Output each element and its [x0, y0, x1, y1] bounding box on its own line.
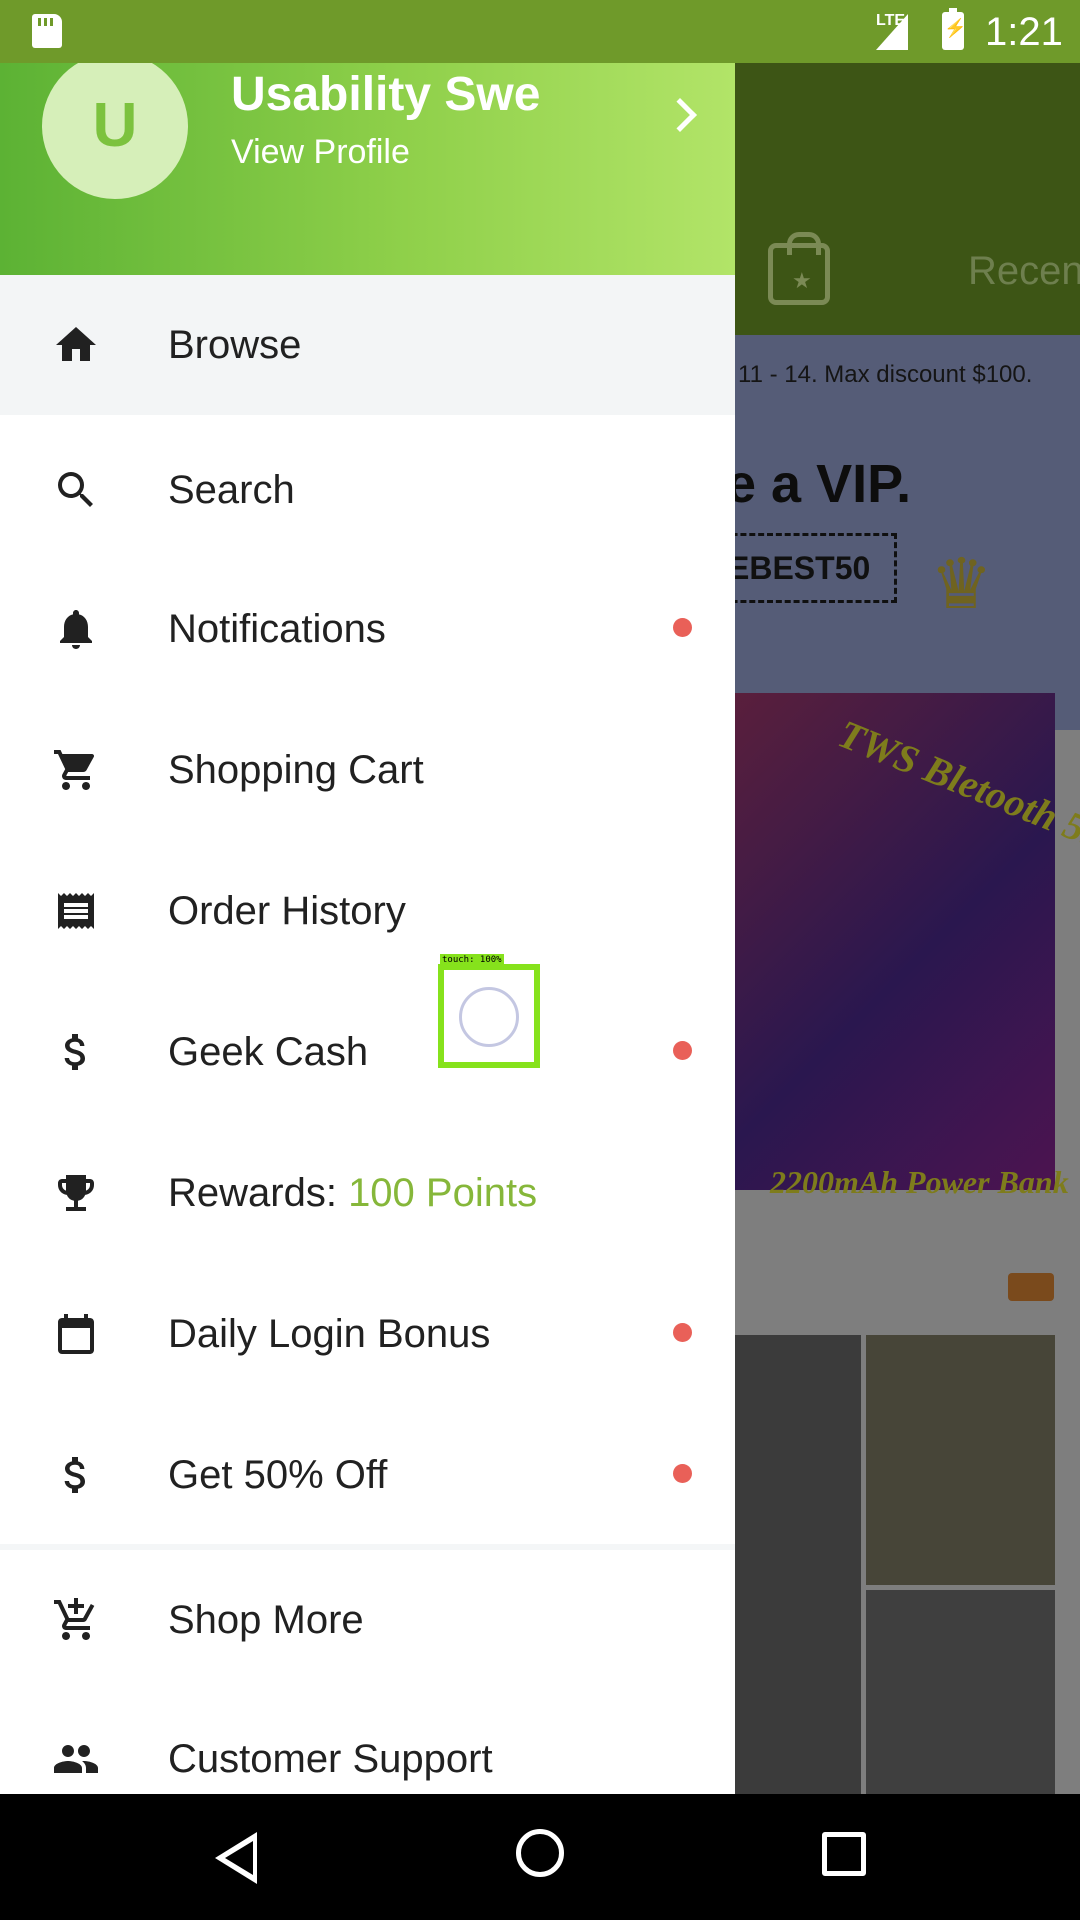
menu-item-rewards[interactable]: Rewards: 100 Points [0, 1121, 735, 1261]
recent-apps-icon[interactable] [822, 1832, 866, 1876]
notification-badge [673, 1464, 692, 1483]
drawer-header[interactable]: U Usability Swe View Profile [0, 63, 735, 275]
product-photo[interactable] [735, 1335, 861, 1794]
menu-item-label: Search [168, 468, 295, 512]
user-name: Usability Swe [231, 68, 541, 121]
dollar-icon [52, 1028, 100, 1076]
navigation-drawer: U Usability Swe View Profile Browse Sear… [0, 63, 735, 1794]
status-bar: LTE 1:21 [0, 0, 1080, 63]
rewards-label: Rewards: [168, 1171, 349, 1215]
calendar-icon [52, 1310, 100, 1358]
notification-badge [673, 1323, 692, 1342]
product-photo[interactable] [866, 1335, 1055, 1585]
rewards-points: 100 Points [348, 1171, 538, 1215]
people-icon [52, 1735, 100, 1783]
menu-item-label: Geek Cash [168, 1030, 369, 1074]
menu-item-label: Customer Support [168, 1737, 493, 1781]
menu-item-label: Daily Login Bonus [168, 1312, 491, 1356]
network-type: LTE [876, 12, 906, 29]
add-cart-icon [52, 1596, 100, 1644]
menu-item-order-history[interactable]: Order History [0, 839, 735, 979]
truck-icon [1008, 1273, 1054, 1301]
notification-badge [673, 1041, 692, 1060]
menu-item-geek-cash[interactable]: Geek Cash [0, 980, 735, 1120]
chevron-right-icon[interactable] [663, 98, 697, 132]
battery-charging-icon [942, 8, 966, 50]
trophy-icon [52, 1169, 100, 1217]
sd-card-icon [32, 14, 62, 48]
product-subtitle: 2200mAh Power Bank [770, 1164, 1069, 1200]
bell-icon [52, 605, 100, 653]
crown-icon: ♛ [930, 545, 993, 623]
menu-item-get-50-off[interactable]: Get 50% Off [0, 1403, 735, 1543]
menu-item-search[interactable]: Search [0, 418, 735, 558]
avatar[interactable]: U [42, 63, 188, 199]
status-time: 1:21 [985, 10, 1063, 54]
menu-item-label: Order History [168, 889, 406, 933]
promo-text: 11 - 14. Max discount $100. [738, 361, 1033, 388]
menu-item-label: Shop More [168, 1598, 364, 1642]
notification-badge [673, 618, 692, 637]
menu-item-shop-more[interactable]: Shop More [0, 1550, 735, 1690]
view-profile-link[interactable]: View Profile [231, 133, 410, 172]
tab-recent[interactable]: Recen [968, 249, 1080, 294]
menu-item-daily-login-bonus[interactable]: Daily Login Bonus [0, 1262, 735, 1402]
menu-item-customer-support[interactable]: Customer Support [0, 1689, 735, 1794]
menu-item-label: Rewards: 100 Points [168, 1171, 537, 1216]
star-icon: ★ [792, 268, 812, 293]
product-photo[interactable] [866, 1590, 1055, 1794]
menu-item-label: Notifications [168, 607, 386, 651]
home-button-icon[interactable] [516, 1829, 564, 1877]
menu-item-label: Shopping Cart [168, 748, 424, 792]
menu-item-browse[interactable]: Browse [0, 275, 735, 415]
menu-item-label: Browse [168, 323, 302, 367]
dollar-icon [52, 1451, 100, 1499]
receipt-icon [52, 887, 100, 935]
vip-title: re a VIP. [705, 454, 912, 514]
search-icon [52, 466, 100, 514]
back-icon[interactable] [215, 1832, 257, 1884]
touch-indicator-ring [459, 987, 519, 1047]
home-icon [52, 321, 100, 369]
menu-item-label: Get 50% Off [168, 1453, 388, 1497]
system-nav-bar [0, 1794, 1080, 1920]
cart-icon [52, 746, 100, 794]
menu-item-shopping-cart[interactable]: Shopping Cart [0, 698, 735, 838]
menu-item-notifications[interactable]: Notifications [0, 557, 735, 697]
